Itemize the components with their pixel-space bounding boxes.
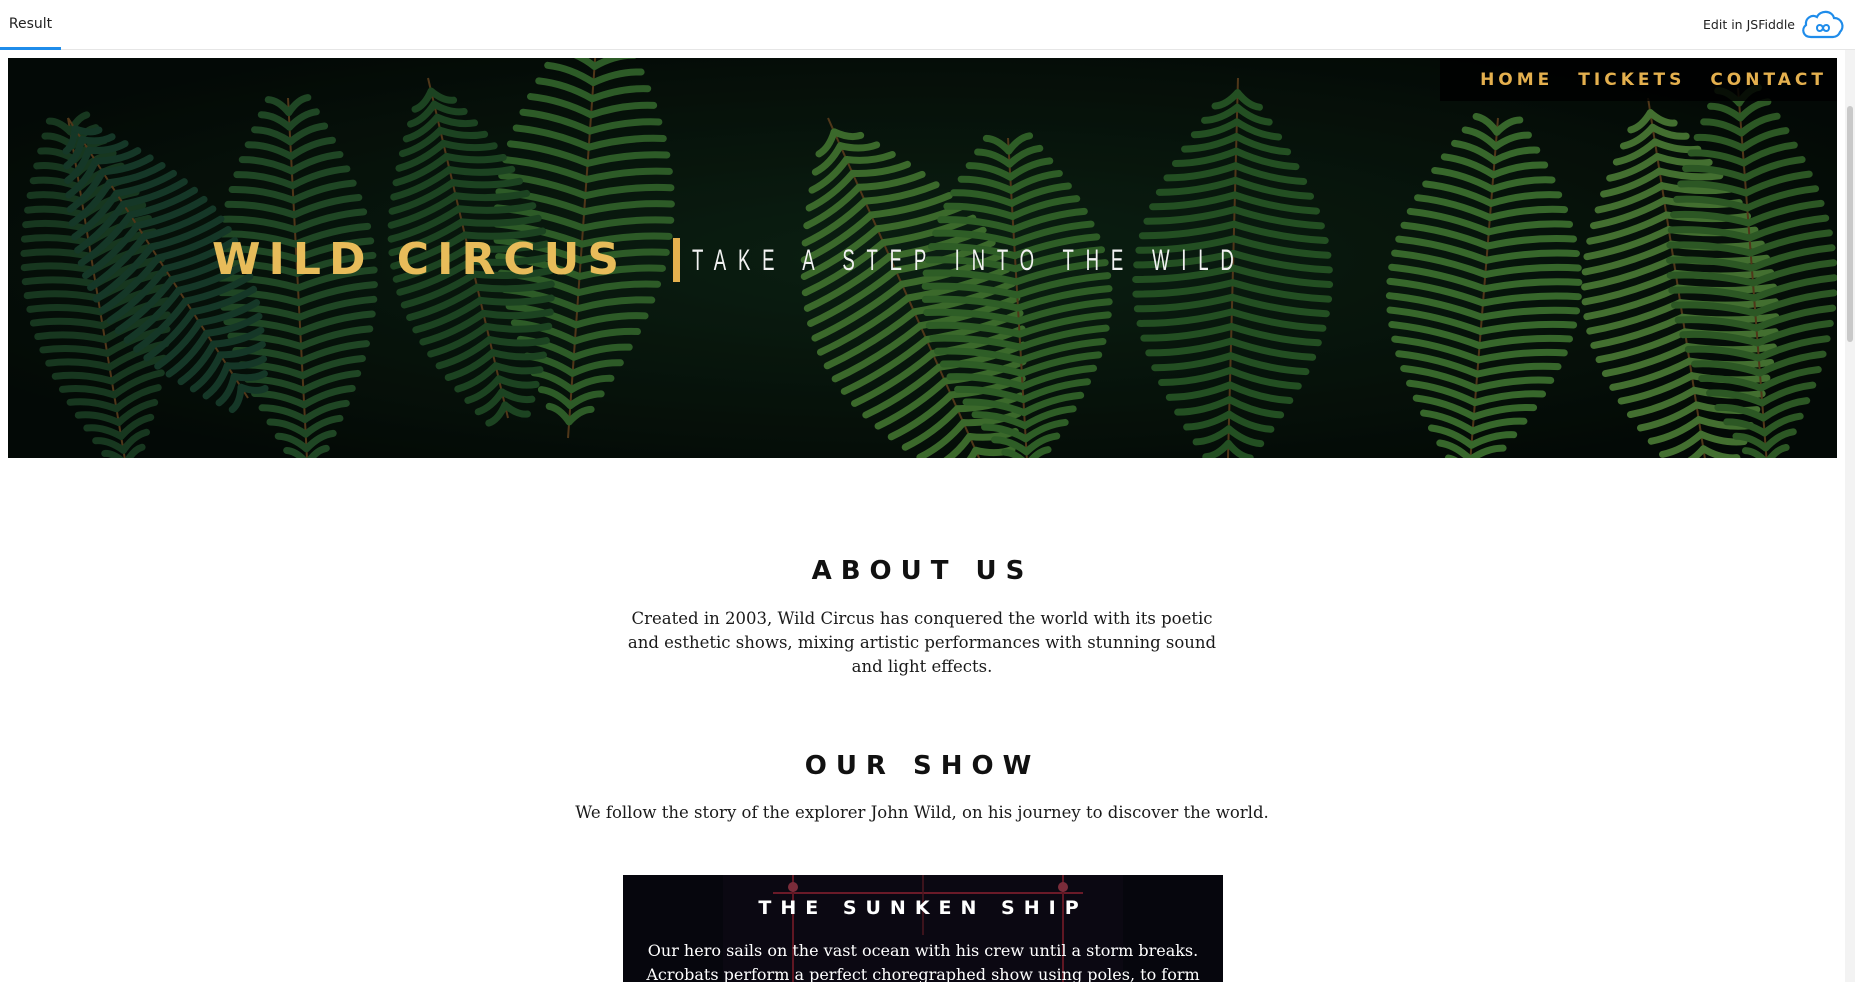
nav-home[interactable]: HOME (1480, 70, 1553, 90)
fiddle-toolbar: Result Edit in JSFiddle (0, 0, 1855, 50)
hero-tagline: TAKE A STEP INTO THE WILD (692, 244, 1246, 277)
show-card-sunken-ship[interactable]: THE SUNKEN SHIP Our hero sails on the va… (623, 875, 1223, 982)
tab-result[interactable]: Result (0, 0, 61, 50)
about-text: Created in 2003, Wild Circus has conquer… (627, 609, 1217, 676)
show-title: OUR SHOW (804, 751, 1041, 781)
show-text: We follow the story of the explorer John… (575, 803, 1269, 822)
page-scrollbar[interactable] (1845, 50, 1855, 982)
about-title: ABOUT US (811, 556, 1034, 586)
show-card-text: Our hero sails on the vast ocean with hi… (646, 941, 1200, 982)
nav-tickets[interactable]: TICKETS (1578, 70, 1685, 90)
nav-contact[interactable]: CONTACT (1710, 70, 1827, 90)
hero-title: WILD CIRCUS (212, 234, 628, 285)
scrollbar-thumb[interactable] (1847, 106, 1853, 342)
main-nav: HOME TICKETS CONTACT (1440, 58, 1837, 101)
edit-in-jsfiddle-link[interactable]: Edit in JSFiddle (1703, 17, 1795, 32)
show-card-title: THE SUNKEN SHIP (758, 897, 1088, 919)
jsfiddle-cloud-icon[interactable] (1799, 7, 1847, 43)
hero-divider (673, 238, 680, 282)
hero-banner: HOME TICKETS CONTACT WILD CIRCUS TAKE A … (8, 58, 1837, 458)
